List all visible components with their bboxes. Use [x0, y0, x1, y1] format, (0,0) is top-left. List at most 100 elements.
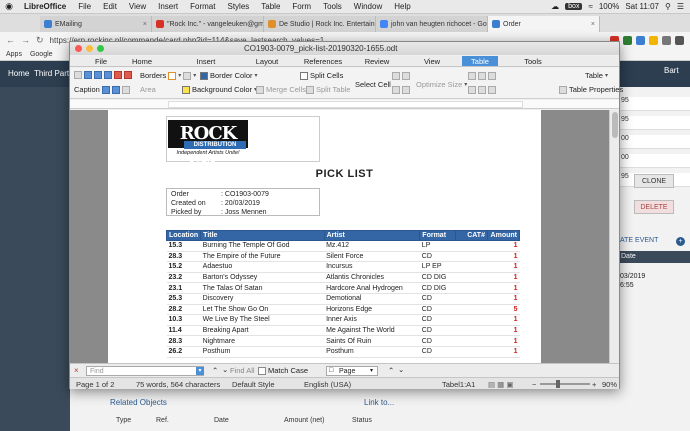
cell-cat[interactable]: [455, 325, 488, 337]
zoom-in-icon[interactable]: +: [592, 380, 596, 389]
minimize-window-icon[interactable]: [86, 45, 93, 52]
select-row-icon[interactable]: [392, 72, 400, 80]
menu-table[interactable]: Table: [255, 2, 286, 11]
menu-file[interactable]: File: [72, 2, 97, 11]
zoom-level[interactable]: 90%: [602, 380, 617, 389]
status-page-style[interactable]: Default Style: [232, 380, 275, 389]
cell-cat[interactable]: [455, 314, 488, 326]
cell-amount[interactable]: 1: [487, 272, 520, 284]
close-window-icon[interactable]: [75, 45, 82, 52]
cell-cat[interactable]: [455, 251, 488, 263]
cell-artist[interactable]: Atlantis Chronicles: [324, 272, 420, 284]
table-row[interactable]: 28.2 Let The Show Go On Horizons Edge CD 5: [166, 304, 520, 316]
tab-layout[interactable]: Layout: [240, 56, 294, 66]
find-all-button[interactable]: Find All: [230, 366, 255, 375]
split-cells-button[interactable]: Split Cells: [300, 71, 343, 80]
number-format-icon[interactable]: [478, 86, 486, 94]
table-row[interactable]: 15.3 Burning The Temple Of God Mz.412 LP 1: [166, 240, 520, 252]
chevron-down-icon[interactable]: ▾: [193, 72, 196, 79]
number-format-icon[interactable]: [468, 86, 476, 94]
forward-icon[interactable]: →: [21, 35, 30, 45]
table-row[interactable]: 23.1 The Talas Of Satan Hardcore Anal Hydr…: [166, 282, 520, 294]
link-to-link[interactable]: Link to...: [364, 398, 394, 407]
tab-home[interactable]: Home: [112, 56, 172, 66]
number-format-icon[interactable]: [468, 72, 476, 80]
document-canvas[interactable]: ROCK INC. DISTRIBUTION Independent Artis…: [70, 110, 619, 363]
cell-amount[interactable]: 1: [487, 346, 520, 358]
browser-tab-google[interactable]: john van heugten richocet - Go ×: [376, 16, 488, 32]
col-cat[interactable]: CAT#: [455, 230, 488, 241]
find-history-icon[interactable]: ▾: [196, 367, 204, 375]
table-row[interactable]: 28.3 The Empire of the Future Silent Force…: [166, 251, 520, 263]
cell-artist[interactable]: Me Against The World: [324, 325, 420, 337]
tab-references[interactable]: References: [294, 56, 352, 66]
cell-format[interactable]: CD: [419, 346, 456, 358]
col-title[interactable]: Title: [200, 230, 325, 241]
search-icon[interactable]: ⚲: [665, 2, 671, 11]
cell-title[interactable]: Posthum: [200, 346, 325, 358]
cell-title[interactable]: Adaestuo: [200, 261, 325, 273]
caption-button[interactable]: Caption: [74, 85, 130, 94]
battery-label[interactable]: 100%: [599, 2, 619, 11]
chevron-down-icon[interactable]: ▾: [605, 72, 608, 79]
table-row[interactable]: 25.3 Discovery Demotional CD 1: [166, 293, 520, 305]
table-row[interactable]: 10.3 We Live By The Steel Inner Axis CD 1: [166, 314, 520, 326]
zoom-window-icon[interactable]: [97, 45, 104, 52]
status-page[interactable]: Page 1 of 2: [76, 380, 114, 389]
border-style-icon[interactable]: [168, 71, 177, 80]
apple-menu-icon[interactable]: ◉: [0, 1, 18, 12]
line-style-icon[interactable]: [183, 71, 192, 80]
close-icon[interactable]: ×: [591, 21, 595, 28]
background-color-control[interactable]: Background Color ▾: [182, 85, 257, 94]
tab-view[interactable]: View: [402, 56, 462, 66]
cell-format[interactable]: CD: [419, 304, 456, 316]
cell-artist[interactable]: Inner Axis: [324, 314, 420, 326]
cell-format[interactable]: CD: [419, 325, 456, 337]
cell-format[interactable]: CD: [419, 293, 456, 305]
table-row[interactable]: 23.2 Barton's Odyssey Atlantis Chronicles C…: [166, 272, 520, 284]
find-previous-icon[interactable]: ⌃: [212, 366, 218, 375]
delete-rows-icon[interactable]: [114, 71, 122, 79]
tab-review[interactable]: Review: [352, 56, 402, 66]
cell-title[interactable]: Burning The Temple Of God: [200, 240, 325, 252]
col-amount[interactable]: Amount: [486, 230, 521, 241]
status-word-count[interactable]: 75 words, 564 characters: [136, 380, 220, 389]
cell-artist[interactable]: Horizons Edge: [324, 304, 420, 316]
menu-edit[interactable]: Edit: [97, 2, 123, 11]
number-format-icon[interactable]: [488, 86, 496, 94]
clock[interactable]: Sat 11:07: [625, 2, 659, 11]
col-location[interactable]: Location: [165, 230, 202, 241]
cell-format[interactable]: LP: [419, 240, 456, 252]
nav-down-icon[interactable]: ⌄: [398, 365, 404, 374]
extension-icon[interactable]: [623, 35, 632, 45]
extension-icon[interactable]: [649, 35, 658, 45]
chevron-down-icon[interactable]: ▾: [255, 72, 258, 79]
insert-rows-above-icon[interactable]: [84, 71, 92, 79]
bookmark-google[interactable]: Google: [30, 51, 53, 58]
cell-amount[interactable]: 1: [487, 325, 520, 337]
cell-artist[interactable]: Saints Of Ruin: [324, 335, 420, 347]
box-badge[interactable]: box: [565, 3, 583, 10]
chevron-down-icon[interactable]: ▾: [178, 72, 181, 79]
clone-button[interactable]: CLONE: [634, 174, 674, 188]
select-cell-icon[interactable]: [402, 86, 410, 94]
cell-amount[interactable]: 1: [487, 240, 520, 252]
table-menu-button[interactable]: Table ▾: [585, 71, 608, 80]
table-row[interactable]: 26.2 Posthum Posthum CD 1: [166, 346, 520, 358]
cell-title[interactable]: The Talas Of Satan: [200, 282, 325, 294]
cell-amount[interactable]: 1: [487, 335, 520, 347]
insert-table-icon[interactable]: [74, 71, 82, 79]
zoom-slider-handle[interactable]: [556, 380, 560, 388]
status-cell-ref[interactable]: Tabel1:A1: [442, 380, 475, 389]
merge-cells-button[interactable]: Merge Cells: [256, 85, 306, 94]
cell-title[interactable]: We Live By The Steel: [200, 314, 325, 326]
number-format-icon[interactable]: [488, 72, 496, 80]
browser-tab-studio[interactable]: De Studio | Rock Inc. Entertain ×: [264, 16, 376, 32]
insert-columns-icon[interactable]: [104, 71, 112, 79]
cell-format[interactable]: CD: [419, 314, 456, 326]
cell-location[interactable]: 11.4: [166, 325, 201, 337]
cell-cat[interactable]: [455, 282, 488, 294]
number-format-icon[interactable]: [478, 72, 486, 80]
cell-format[interactable]: LP EP: [419, 261, 456, 273]
border-color-control[interactable]: Border Color ▾: [200, 71, 258, 80]
